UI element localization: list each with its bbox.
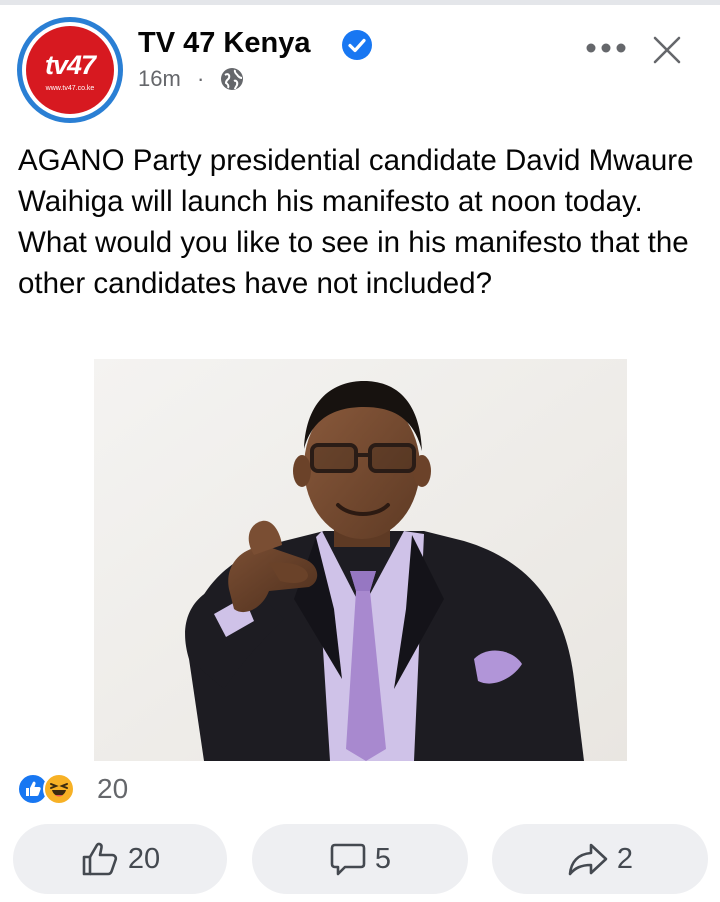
- haha-reaction-icon: [43, 773, 75, 805]
- reactions-summary[interactable]: 20: [17, 771, 217, 807]
- reaction-count: 20: [97, 773, 129, 804]
- comment-icon: [329, 841, 367, 877]
- comment-button[interactable]: 5: [252, 824, 468, 894]
- tv47-logo: tv47 www.tv47.co.ke: [26, 26, 114, 114]
- meta-separator: ·: [197, 66, 205, 91]
- post-text: AGANO Party presidential candidate David…: [18, 144, 694, 300]
- post-photo[interactable]: [94, 359, 627, 761]
- share-count: 2: [616, 843, 634, 875]
- share-button[interactable]: 2: [492, 824, 708, 894]
- close-icon[interactable]: [652, 35, 682, 65]
- like-count: 20: [127, 843, 161, 875]
- verified-badge-icon: [342, 30, 372, 60]
- post-time[interactable]: 16m: [138, 66, 181, 92]
- logo-text: tv47: [44, 50, 96, 80]
- more-options-icon[interactable]: [584, 38, 628, 58]
- globe-icon: [219, 66, 245, 92]
- like-button[interactable]: 20: [13, 824, 227, 894]
- share-icon: [567, 842, 609, 876]
- comment-count: 5: [374, 843, 392, 875]
- like-icon: [80, 840, 120, 878]
- top-edge: [0, 0, 720, 5]
- page-name[interactable]: TV 47 Kenya: [138, 26, 310, 60]
- page-avatar[interactable]: tv47 www.tv47.co.ke: [17, 17, 123, 123]
- logo-url: www.tv47.co.ke: [45, 85, 95, 92]
